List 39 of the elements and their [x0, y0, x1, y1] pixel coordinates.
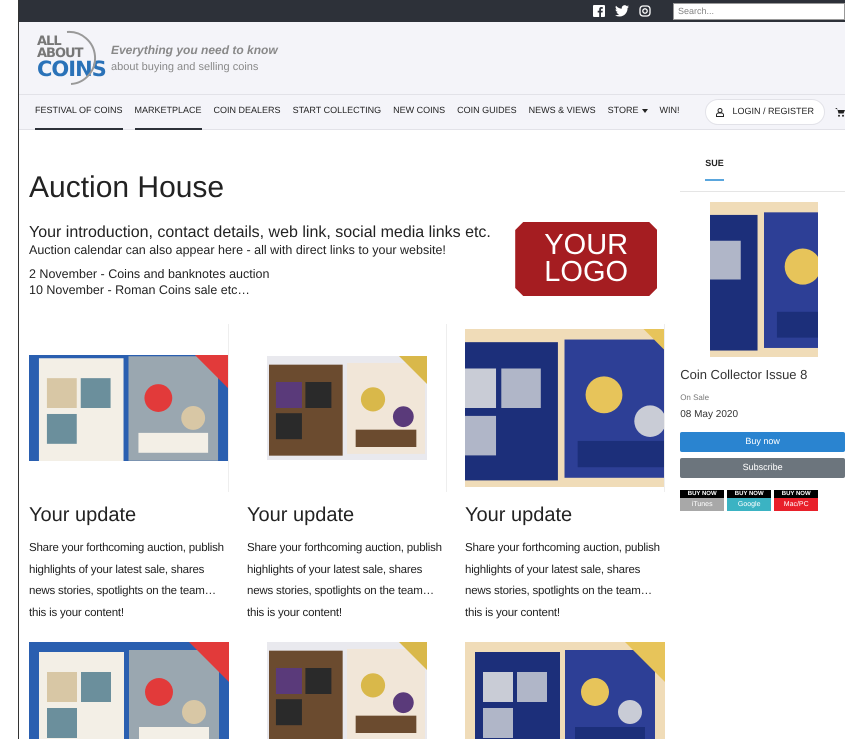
instagram-icon[interactable] [639, 5, 651, 17]
nav-link[interactable]: FESTIVAL OF COINS [35, 94, 123, 130]
nav-link[interactable]: COIN GUIDES [457, 94, 517, 130]
logo-text: YOUR [544, 232, 628, 259]
nav-link[interactable]: NEWS & VIEWS [528, 94, 596, 130]
issue-title: Coin Collector Issue 8 [680, 366, 808, 384]
site-tagline: Everything you need to know [111, 42, 278, 59]
auction-event: 2 November - Coins and banknotes auction [29, 266, 270, 282]
search-field[interactable]: Search... [673, 2, 845, 20]
nav-link[interactable]: WIN! [660, 94, 680, 130]
buy-now-button[interactable]: Buy now [680, 432, 845, 452]
card-text: Share your forthcoming auction, publish highlights of your latest sale, shares news stories, spotlights on the team… this is your content! [247, 541, 443, 620]
card-title: Your update [465, 503, 574, 528]
card-title: Your update [247, 503, 356, 528]
auction-event: 10 November - Roman Coins sale etc… [29, 282, 251, 298]
cart-icon[interactable] [835, 108, 845, 116]
caret-icon [642, 109, 648, 113]
calendar-note: Auction calendar can also appear here - all with direct links to your website! [29, 242, 447, 258]
facebook-icon[interactable] [593, 5, 605, 17]
nav-link[interactable]: STORE [608, 94, 648, 130]
issue-date: 08 May 2020 [680, 408, 740, 422]
nav-link[interactable]: MARKETPLACE [134, 94, 202, 130]
card-text: Share your forthcoming auction, publish highlights of your latest sale, shares news stories, spotlights on the team… this is your content! [29, 541, 225, 620]
sidebar-tab[interactable]: SUE [705, 157, 724, 180]
nav-link[interactable]: START COLLECTING [292, 94, 382, 130]
user-icon [716, 108, 724, 116]
subscribe-button[interactable]: Subscribe [680, 458, 845, 478]
twitter-icon[interactable] [615, 5, 629, 17]
card-text: Share your forthcoming auction, publish highlights of your latest sale, shares news stories, spotlights on the team… this is your content! [465, 541, 661, 620]
site-subtitle: about buying and selling coins [111, 60, 260, 75]
page-title: Auction House [29, 170, 226, 206]
logo-text: LOGO [544, 259, 628, 286]
nav-link[interactable]: COIN DEALERS [214, 94, 281, 130]
card-title: Your update [29, 503, 138, 528]
site-logo[interactable]: ALL ABOUT COINS [37, 28, 105, 88]
login-button[interactable]: LOGIN / REGISTER [705, 99, 825, 125]
on-sale-label: On Sale [680, 392, 710, 404]
nav-link[interactable]: NEW COINS [393, 94, 446, 130]
intro-text: Your introduction, contact details, web link, social media links etc. [29, 224, 492, 242]
